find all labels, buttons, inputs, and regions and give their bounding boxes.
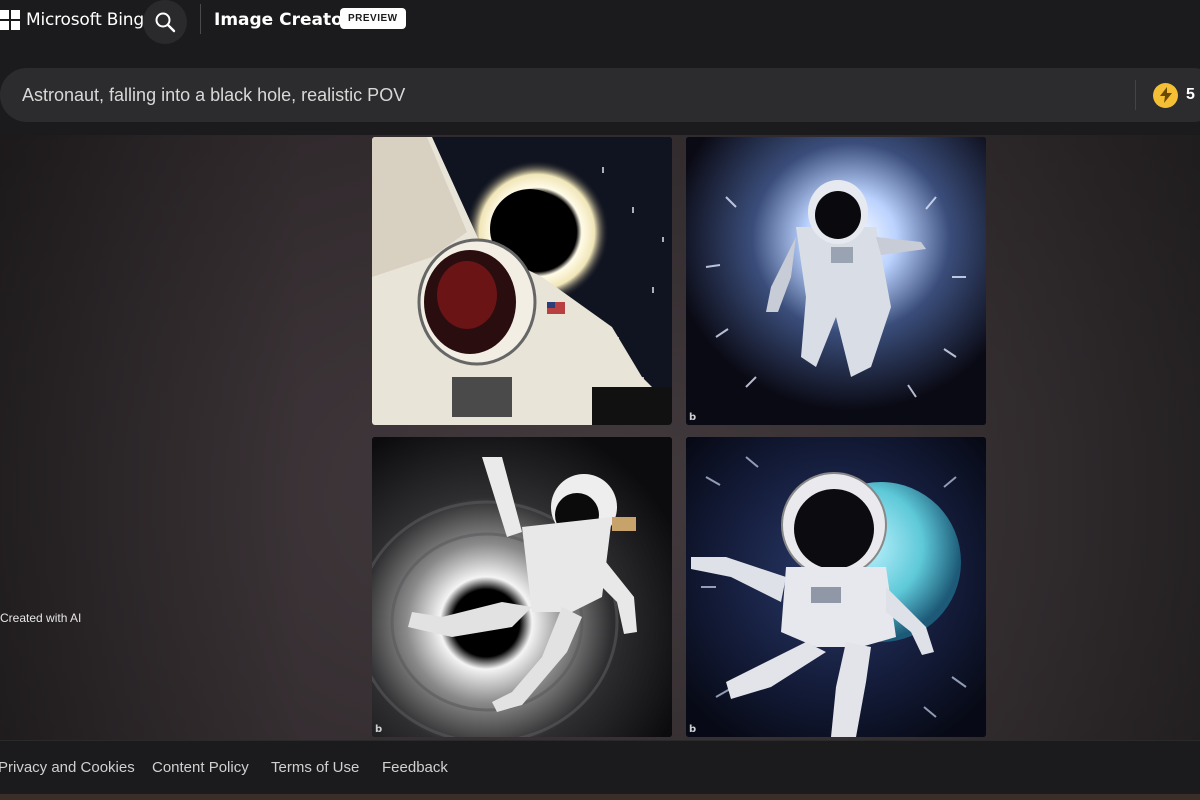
astronaut-image-2 (686, 137, 986, 425)
footer-bottom-strip (0, 794, 1200, 800)
microsoft-logo-icon (0, 10, 20, 30)
astronaut-image-1 (372, 137, 672, 425)
footer-link-feedback[interactable]: Feedback (382, 759, 448, 776)
generated-image-3[interactable]: b (372, 437, 672, 737)
bing-home-link[interactable]: Microsoft Bing (0, 8, 144, 32)
bing-watermark: b (689, 412, 697, 423)
created-with-ai-label: Created with AI (0, 611, 82, 625)
bing-watermark: b (689, 724, 697, 735)
footer-link-terms[interactable]: Terms of Use (271, 759, 359, 776)
generated-image-1[interactable] (372, 137, 672, 425)
astronaut-image-3 (372, 437, 672, 737)
generated-image-2[interactable]: b (686, 137, 986, 425)
footer: Privacy and Cookies Content Policy Terms… (0, 740, 1200, 794)
boost-counter[interactable]: 5 (1153, 82, 1195, 108)
generated-image-4[interactable]: b (686, 437, 986, 737)
lightning-bolt-icon (1153, 82, 1178, 108)
boost-count: 5 (1186, 86, 1195, 103)
astronaut-image-4 (686, 437, 986, 737)
footer-link-privacy[interactable]: Privacy and Cookies (0, 759, 135, 776)
prompt-bar: 5 (0, 68, 1200, 122)
preview-badge: PREVIEW (340, 8, 406, 29)
search-icon (155, 12, 176, 33)
boost-divider (1135, 80, 1136, 110)
brand-name: Microsoft Bing (26, 10, 144, 30)
prompt-input[interactable] (22, 68, 1122, 122)
footer-link-content-policy[interactable]: Content Policy (152, 759, 249, 776)
header-divider (200, 4, 201, 34)
search-button[interactable] (143, 0, 187, 44)
page-title[interactable]: Image Creator (214, 10, 351, 30)
top-header: Microsoft Bing Image Creator PREVIEW (0, 0, 1200, 44)
bing-watermark: b (375, 724, 383, 735)
